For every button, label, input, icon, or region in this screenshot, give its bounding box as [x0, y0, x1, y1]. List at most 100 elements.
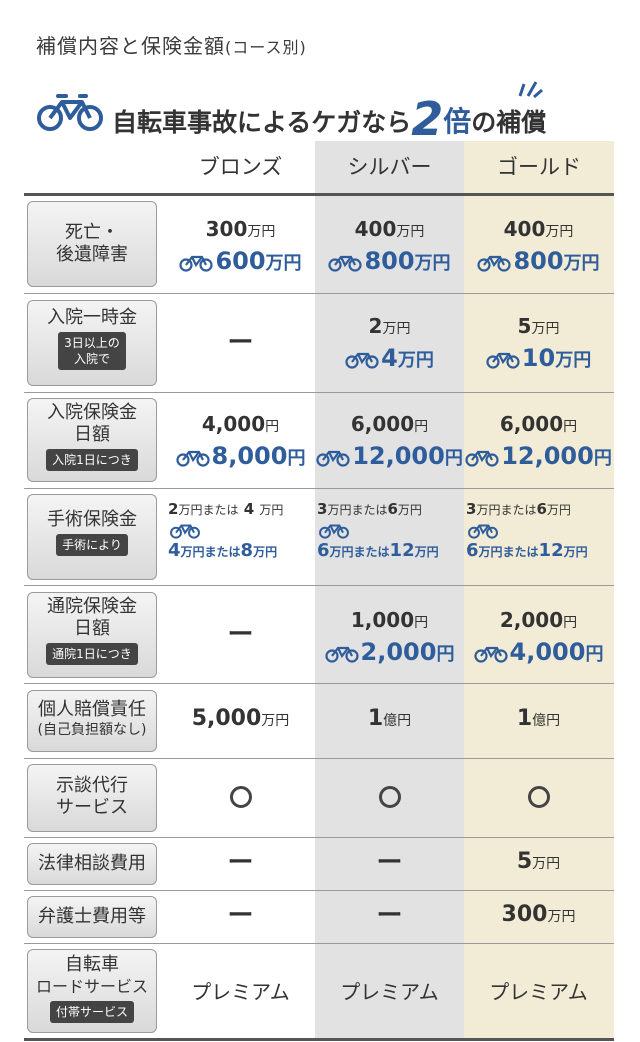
- value-text: プレミアム: [489, 980, 588, 1004]
- bicycle-icon: [179, 255, 214, 272]
- row-label-pill: 通院1日につき: [46, 643, 138, 665]
- cell-death-gold: 400万円 800万円: [464, 215, 613, 279]
- value-text: 600万円: [166, 246, 315, 279]
- row-label-liability: 個人賠償責任 (自己負担額なし): [27, 690, 157, 752]
- value-text: 3万円または6万円: [466, 498, 613, 521]
- value-text: 5万円: [517, 849, 560, 874]
- cell-outpatient-silver: 1,000円 2,000円: [315, 606, 464, 670]
- cell-road-silver: プレミアム: [315, 978, 464, 1006]
- row-divider: [24, 392, 614, 393]
- row-divider: [24, 837, 614, 838]
- value-text: 4万円: [315, 343, 464, 376]
- cell-liability-gold: 1億円: [464, 706, 613, 731]
- value-unit: 万円: [261, 713, 290, 729]
- value-text: 1: [516, 706, 533, 731]
- value-unit: 億円: [532, 713, 561, 729]
- value-text: 4: [243, 500, 255, 518]
- cell-legal-silver: ー: [315, 848, 464, 878]
- value-text: 8,000: [211, 442, 288, 470]
- value-unit: 万円: [265, 253, 302, 274]
- page-title: 補償内容と保険金額(コース別): [36, 30, 307, 59]
- row-label-surgery: 手術保険金 手術により: [27, 494, 157, 580]
- value-text: 800: [513, 247, 564, 275]
- value-text: 6万円または12万円: [317, 539, 464, 564]
- row-label-hospital-lump: 入院一時金 3日以上の 入院で: [27, 300, 157, 386]
- value-text: 6: [317, 540, 330, 561]
- value-text: 2万円または 4 万円: [168, 498, 315, 521]
- value-text: 300万円: [502, 902, 576, 927]
- row-label-text: 日額: [74, 618, 110, 639]
- value-text: 400: [503, 217, 546, 241]
- value-text: 600: [215, 247, 266, 275]
- row-divider: [24, 758, 614, 759]
- bicycle-icon: [477, 255, 512, 272]
- value-unit: 円: [265, 419, 280, 435]
- value-unit: 万円または: [476, 503, 537, 517]
- cell-death-bronze: 300万円 600万円: [166, 215, 315, 279]
- value-text: 4: [381, 344, 398, 372]
- value-text: 800: [364, 247, 415, 275]
- column-header-gold: ゴールド: [497, 155, 581, 179]
- bicycle-icon: [473, 646, 508, 663]
- value-text: 4,000: [509, 638, 586, 666]
- cell-hospital-daily-silver: 6,000円 12,000円: [315, 410, 464, 474]
- bicycle-icon: [170, 524, 200, 539]
- row-label-text: 後遺障害: [56, 244, 128, 265]
- value-unit: 万円: [547, 909, 576, 925]
- value-text: 3: [466, 500, 477, 518]
- value-unit: 円: [444, 448, 463, 469]
- bicycle-icon: [486, 352, 520, 369]
- row-label-pill: 入院1日につき: [46, 449, 138, 471]
- value-text: 12,000: [352, 442, 445, 470]
- value-unit: 万円: [414, 545, 439, 559]
- headline: 自転車事故によるケガなら2倍の補償: [36, 78, 626, 146]
- value-text: 300万円: [166, 215, 315, 246]
- value-text: 1: [367, 706, 384, 731]
- headline-part1: 自転車事故によるケガなら: [112, 108, 412, 137]
- row-label-text: 手術保険金: [47, 509, 137, 530]
- value-unit: 円: [563, 419, 578, 435]
- value-text: 1,000: [350, 608, 415, 632]
- row-divider: [24, 683, 614, 684]
- value-text: 2,000: [360, 638, 437, 666]
- value-text: 6,000: [350, 412, 415, 436]
- included-circle-icon: [378, 786, 401, 808]
- row-divider: [24, 943, 614, 944]
- value-text: 5: [516, 849, 533, 874]
- row-label-text: 入院保険金: [47, 402, 137, 423]
- row-label-text: 入院一時金: [47, 307, 137, 328]
- value-unit: 万円: [563, 545, 588, 559]
- value-text: 6,000円: [315, 410, 464, 441]
- value-text: 400万円: [315, 215, 464, 246]
- value-text: ー: [227, 848, 254, 878]
- bicycle-icon: [319, 524, 349, 539]
- row-label-hospital-daily: 入院保険金 日額 入院1日につき: [27, 398, 157, 482]
- row-label-text: 弁護士費用等: [38, 906, 146, 927]
- value-text: 8: [240, 540, 254, 561]
- value-text: 12: [389, 540, 415, 561]
- value-text: 6: [387, 500, 398, 518]
- row-label-outpatient: 通院保険金 日額 通院1日につき: [27, 592, 157, 678]
- row-label-text: 死亡・: [65, 222, 119, 243]
- value-text: 4,000円: [464, 637, 613, 670]
- row-label-pill: 付帯サービス: [49, 1001, 134, 1023]
- value-unit: 円: [436, 644, 455, 665]
- value-text: 8,000円: [166, 441, 315, 474]
- value-text: 1億円: [368, 706, 411, 731]
- cell-road-gold: プレミアム: [464, 978, 613, 1006]
- headline-part2: の補償: [471, 108, 547, 137]
- value-text: 12: [538, 540, 564, 561]
- value-text: 4,000: [201, 412, 266, 436]
- value-text: 5: [517, 314, 532, 338]
- value-text: 2: [368, 314, 383, 338]
- value-text: 3: [317, 500, 328, 518]
- value-text: 300: [501, 902, 548, 927]
- value-text: 10万円: [464, 343, 613, 376]
- bicycle-icon: [328, 255, 363, 272]
- cell-lawyer-bronze: ー: [166, 901, 315, 931]
- column-header-bronze: ブロンズ: [198, 155, 283, 179]
- cell-surgery-bronze: 2万円または 4 万円 4万円または8万円: [166, 498, 315, 564]
- value-unit: 円: [563, 615, 578, 631]
- row-label-text: 示談代行: [56, 775, 128, 796]
- cell-hospital-lump-gold: 5万円 10万円: [464, 312, 613, 376]
